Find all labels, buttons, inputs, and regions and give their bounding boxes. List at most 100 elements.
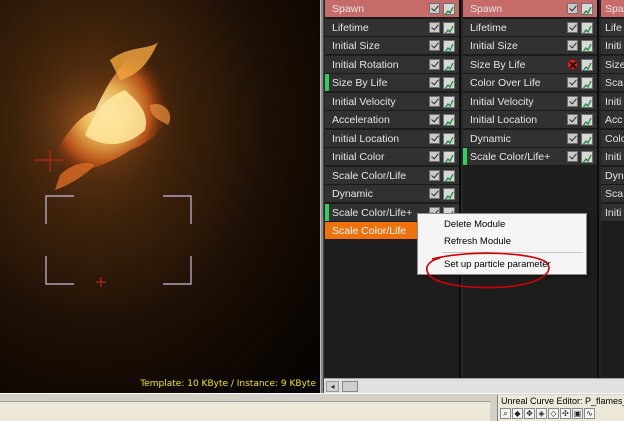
select-icon[interactable]: ▣ xyxy=(572,408,583,419)
enable-checkbox-icon[interactable] xyxy=(429,114,440,125)
curve-graph-icon[interactable] xyxy=(581,40,593,53)
preview-viewport[interactable]: Template: 10 KByte / Instance: 9 KByte xyxy=(0,0,320,393)
disabled-icon[interactable] xyxy=(567,58,578,70)
properties-strip xyxy=(0,401,490,421)
module-row[interactable]: Scale Color/Life xyxy=(325,166,459,185)
enable-checkbox-icon[interactable] xyxy=(429,77,440,88)
curve-graph-icon[interactable] xyxy=(443,21,455,34)
enable-checkbox-icon[interactable] xyxy=(429,40,440,51)
module-row[interactable]: Acc xyxy=(601,111,624,129)
curve-graph-icon[interactable] xyxy=(443,77,455,90)
zoom-icon[interactable]: ⌕ xyxy=(500,408,511,419)
enable-checkbox-icon[interactable] xyxy=(429,169,440,181)
set-up-particle-parameter-item[interactable]: Set up particle parameter xyxy=(444,259,551,271)
scroll-left-icon[interactable]: ◂ xyxy=(326,381,339,392)
module-row[interactable]: Initial Location xyxy=(463,111,597,129)
module-row[interactable]: Scale Color/Life+ xyxy=(463,148,597,166)
module-label: Spawn xyxy=(332,3,365,15)
curve-graph-icon[interactable] xyxy=(443,188,455,201)
module-label: Size By Life xyxy=(332,77,388,89)
module-row[interactable]: Initial Velocity xyxy=(463,92,597,111)
enable-checkbox-icon[interactable] xyxy=(429,188,440,199)
module-row[interactable]: Size xyxy=(601,55,624,74)
module-row[interactable]: Initial Location xyxy=(325,129,459,148)
module-row[interactable]: Colo xyxy=(601,129,624,148)
enable-checkbox-icon[interactable] xyxy=(567,21,578,33)
curve-editor-panel[interactable]: Unreal Curve Editor: P_flames_blo ⌕◆✥◈◇✣… xyxy=(497,395,624,421)
fit-icon[interactable]: ◆ xyxy=(512,408,523,419)
enable-checkbox-icon[interactable] xyxy=(567,95,578,107)
curve-graph-icon[interactable] xyxy=(581,58,593,71)
curve-graph-icon[interactable] xyxy=(443,58,455,71)
curve-graph-icon[interactable] xyxy=(443,132,455,145)
curve-graph-icon[interactable] xyxy=(443,95,455,108)
module-row[interactable]: Color Over Life xyxy=(463,74,597,92)
module-label: Initial Velocity xyxy=(332,95,396,108)
curve-icon[interactable]: ∿ xyxy=(584,408,595,419)
auto-icon[interactable]: ◇ xyxy=(548,408,559,419)
module-label: Initi xyxy=(605,40,622,52)
module-row[interactable]: Dyn xyxy=(601,166,624,185)
scroll-thumb[interactable] xyxy=(342,381,358,392)
module-label: Dyn xyxy=(605,169,624,182)
enable-checkbox-icon[interactable] xyxy=(429,21,440,33)
module-row[interactable]: Initial Size xyxy=(325,37,459,55)
enable-checkbox-icon[interactable] xyxy=(567,40,578,51)
module-row[interactable]: Initi xyxy=(601,37,624,55)
enable-checkbox-icon[interactable] xyxy=(567,151,578,162)
curve-graph-icon[interactable] xyxy=(443,40,455,53)
module-row[interactable]: Spa xyxy=(601,0,624,18)
module-label: Dynamic xyxy=(470,132,511,145)
module-row[interactable]: Acceleration xyxy=(325,111,459,129)
enable-checkbox-icon[interactable] xyxy=(429,3,440,14)
curve-graph-icon[interactable] xyxy=(443,114,455,127)
module-row[interactable]: Initi xyxy=(601,203,624,222)
curve-graph-icon[interactable] xyxy=(443,151,455,164)
curve-graph-icon[interactable] xyxy=(581,132,593,145)
curve-graph-icon[interactable] xyxy=(581,151,593,164)
move-icon[interactable]: ✣ xyxy=(560,408,571,419)
curve-graph-icon[interactable] xyxy=(581,95,593,108)
enable-checkbox-icon[interactable] xyxy=(429,58,440,70)
enable-checkbox-icon[interactable] xyxy=(567,114,578,125)
enable-checkbox-icon[interactable] xyxy=(567,77,578,88)
module-row[interactable]: Initial Rotation xyxy=(325,55,459,74)
pan-icon[interactable]: ✥ xyxy=(524,408,535,419)
module-row[interactable]: Size By Life xyxy=(463,55,597,74)
curve-graph-icon[interactable] xyxy=(443,3,455,16)
enable-checkbox-icon[interactable] xyxy=(567,132,578,144)
emitter-column-1: Spawn Lifetime Initial Size Initial Rotatio… xyxy=(325,0,461,378)
module-row[interactable]: Lifetime xyxy=(463,18,597,37)
enable-checkbox-icon[interactable] xyxy=(429,95,440,107)
delete-module-item[interactable]: Delete Module xyxy=(444,219,505,231)
module-row[interactable]: Initi xyxy=(601,92,624,111)
module-label: Initi xyxy=(605,151,622,163)
module-row[interactable]: Lifetime xyxy=(325,18,459,37)
enable-checkbox-icon[interactable] xyxy=(429,132,440,144)
module-row[interactable]: Life xyxy=(601,18,624,37)
curve-graph-icon[interactable] xyxy=(581,3,593,16)
emitter-column-3: Spa Life Initi Size Sca Initi Acc Colo Initi Dyn S… xyxy=(601,0,624,378)
key-icon[interactable]: ◈ xyxy=(536,408,547,419)
enable-checkbox-icon[interactable] xyxy=(567,3,578,14)
curve-graph-icon[interactable] xyxy=(581,21,593,34)
module-row[interactable]: Spawn xyxy=(325,0,459,18)
curve-graph-icon[interactable] xyxy=(581,77,593,90)
module-row[interactable]: Sca xyxy=(601,185,624,203)
refresh-module-item[interactable]: Refresh Module xyxy=(444,236,511,248)
curve-graph-icon[interactable] xyxy=(443,169,455,182)
module-row[interactable]: Size By Life xyxy=(325,74,459,92)
enable-checkbox-icon[interactable] xyxy=(429,151,440,162)
module-context-menu: Delete Module Refresh Module Set up part… xyxy=(417,213,587,275)
horizontal-scrollbar[interactable]: ◂ xyxy=(324,378,624,393)
module-row[interactable]: Initial Color xyxy=(325,148,459,166)
curve-graph-icon[interactable] xyxy=(581,114,593,127)
module-row[interactable]: Initi xyxy=(601,148,624,166)
module-row[interactable]: Sca xyxy=(601,74,624,92)
module-row[interactable]: Initial Size xyxy=(463,37,597,55)
module-row[interactable]: Dynamic xyxy=(325,185,459,203)
module-row[interactable]: Initial Velocity xyxy=(325,92,459,111)
module-label: Initial Location xyxy=(470,114,538,126)
module-row[interactable]: Spawn xyxy=(463,0,597,18)
module-row[interactable]: Dynamic xyxy=(463,129,597,148)
